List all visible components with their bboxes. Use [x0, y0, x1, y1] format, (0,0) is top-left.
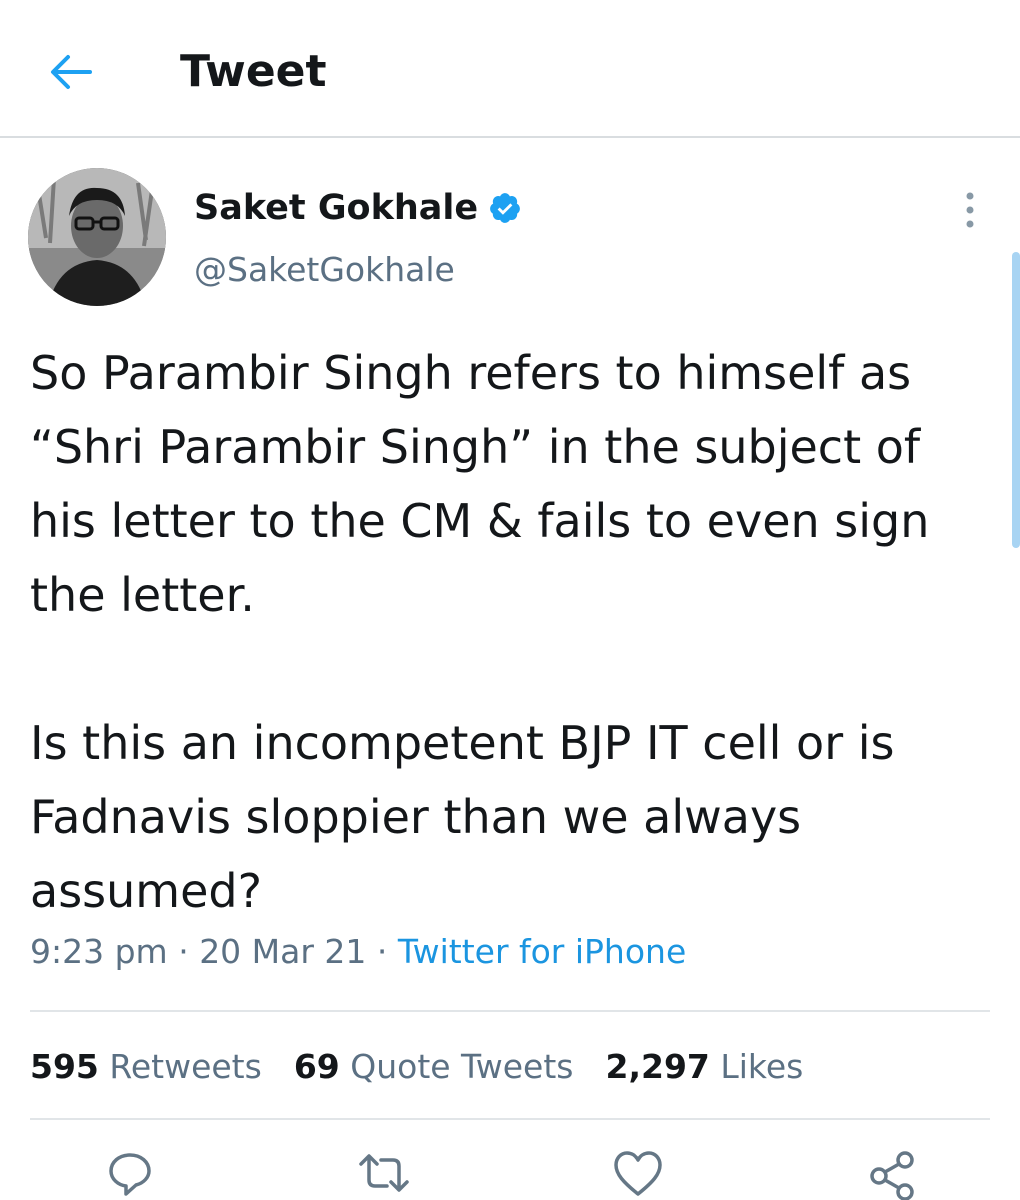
author-name-row[interactable]: Saket Gokhale	[194, 186, 522, 230]
tweet-paragraph: Is this an incompetent BJP IT cell or is…	[30, 716, 895, 918]
reply-button[interactable]	[100, 1150, 160, 1200]
quote-tweets-stat[interactable]: 69 Quote Tweets	[294, 1042, 574, 1092]
action-bar	[0, 1150, 1020, 1200]
avatar-photo	[28, 168, 166, 306]
tweet-text: So Parambir Singh refers to himself as “…	[30, 336, 970, 928]
tweet-date: 20 Mar 21	[199, 932, 367, 971]
arrow-left-icon	[51, 55, 92, 89]
author-handle[interactable]: @SaketGokhale	[194, 248, 455, 292]
likes-stat[interactable]: 2,297 Likes	[605, 1042, 803, 1092]
divider	[30, 1010, 990, 1012]
retweet-icon	[359, 1154, 409, 1192]
tweet-detail-page: Tweet Saket Gokhale @SaketGokhale So Par…	[0, 0, 1020, 1200]
reply-icon	[109, 1153, 151, 1196]
quote-tweets-count: 69	[293, 1047, 340, 1086]
author-name[interactable]: Saket Gokhale	[194, 186, 478, 230]
tweet-paragraph: So Parambir Singh refers to himself as “…	[30, 346, 930, 622]
share-icon	[870, 1151, 914, 1200]
quote-tweets-label: Quote Tweets	[350, 1047, 574, 1086]
tweet-meta: 9:23 pm · 20 Mar 21 · Twitter for iPhone	[30, 928, 686, 976]
tweet-source-link[interactable]: Twitter for iPhone	[398, 932, 686, 971]
more-vertical-icon	[966, 192, 974, 228]
meta-separator: ·	[366, 932, 398, 971]
retweets-stat[interactable]: 595 Retweets	[30, 1042, 262, 1092]
like-icon	[614, 1151, 662, 1196]
divider	[30, 1118, 990, 1120]
meta-separator: ·	[167, 932, 200, 971]
tweet-stats: 595 Retweets 69 Quote Tweets 2,297 Likes	[30, 1042, 835, 1092]
share-button[interactable]	[862, 1150, 922, 1200]
verified-badge-icon	[490, 193, 521, 223]
top-bar: Tweet	[0, 0, 1020, 138]
retweets-count: 595	[30, 1047, 99, 1086]
retweet-button[interactable]	[354, 1150, 414, 1200]
avatar[interactable]	[28, 168, 166, 306]
back-button[interactable]	[40, 46, 100, 98]
likes-count: 2,297	[605, 1047, 710, 1086]
like-button[interactable]	[608, 1150, 668, 1200]
likes-label: Likes	[720, 1047, 804, 1086]
retweets-label: Retweets	[109, 1047, 262, 1086]
page-title: Tweet	[180, 46, 327, 97]
tweet-time: 9:23 pm	[30, 932, 168, 971]
scrollbar[interactable]	[1012, 252, 1020, 548]
more-options-button[interactable]	[950, 186, 990, 234]
